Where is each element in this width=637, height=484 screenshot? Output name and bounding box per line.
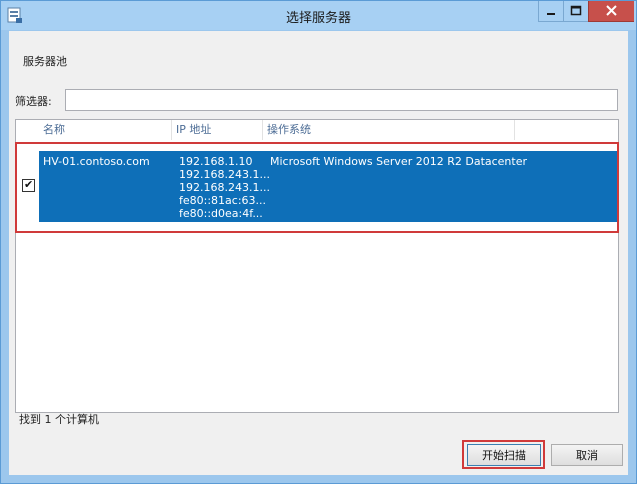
maximize-icon (570, 5, 582, 16)
filter-input[interactable] (65, 89, 618, 111)
status-text: 找到 1 个计算机 (19, 413, 99, 426)
minimize-button[interactable] (538, 1, 563, 22)
dialog-window: 选择服务器 服务器池 筛选器: 名称 IP 地址 操作系统 ✔ HV-01.co… (0, 0, 637, 484)
column-header-ip[interactable]: IP 地址 (172, 120, 263, 140)
column-header-name[interactable]: 名称 (39, 120, 172, 140)
annotation-highlight-row (15, 142, 619, 233)
header-check-column (16, 120, 40, 140)
cancel-button[interactable]: 取消 (551, 444, 623, 466)
close-icon (606, 5, 617, 16)
dialog-body: 服务器池 筛选器: 名称 IP 地址 操作系统 ✔ HV-01.contoso.… (9, 31, 628, 475)
maximize-button[interactable] (563, 1, 588, 22)
server-pool-label: 服务器池 (23, 55, 67, 68)
server-list[interactable]: 名称 IP 地址 操作系统 ✔ HV-01.contoso.com 192.16… (15, 119, 619, 413)
minimize-icon (547, 13, 555, 15)
title-bar[interactable]: 选择服务器 (1, 1, 636, 30)
filter-label: 筛选器: (15, 95, 52, 108)
close-button[interactable] (588, 1, 634, 22)
column-header-os[interactable]: 操作系统 (263, 120, 515, 140)
start-scan-button[interactable]: 开始扫描 (467, 444, 541, 466)
